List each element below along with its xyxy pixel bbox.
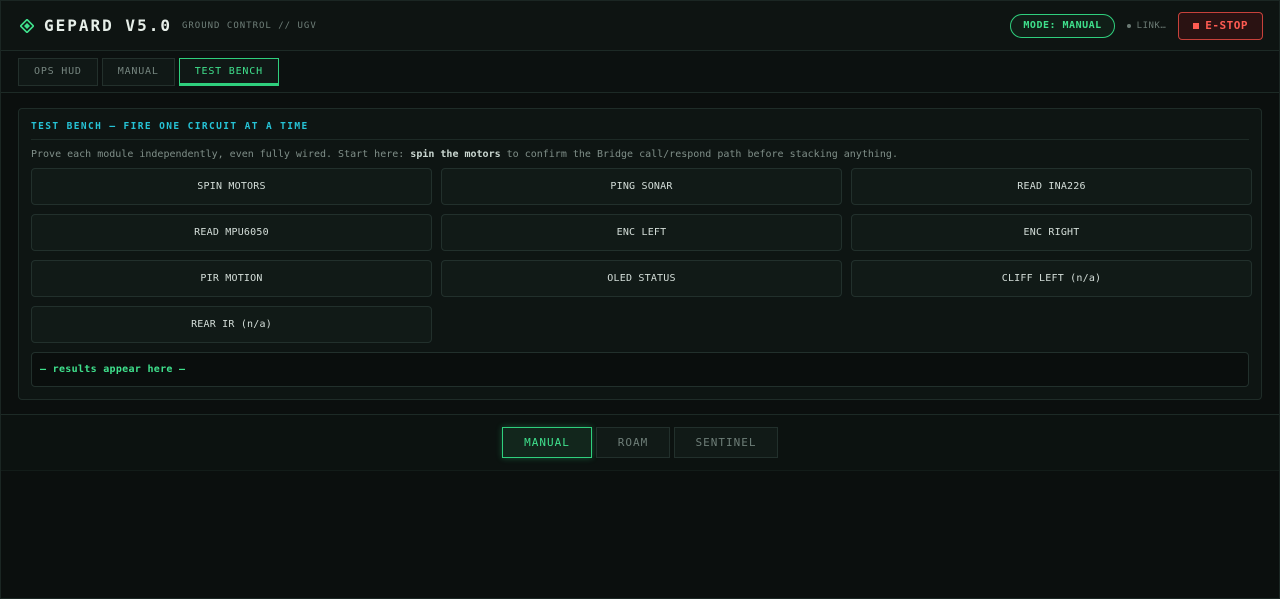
main-content: TEST BENCH — FIRE ONE CIRCUIT AT A TIME … bbox=[1, 93, 1279, 415]
panel-title: TEST BENCH — FIRE ONE CIRCUIT AT A TIME bbox=[31, 121, 1249, 140]
pir-motion-button[interactable]: PIR MOTION bbox=[31, 260, 432, 297]
app-title: GEPARD V5.0 bbox=[44, 16, 172, 35]
results-output: — results appear here — bbox=[31, 352, 1249, 387]
tab-ops-hud[interactable]: OPS HUD bbox=[18, 57, 98, 86]
top-header: GEPARD V5.0 GROUND CONTROL // UGV MODE: … bbox=[1, 1, 1279, 51]
link-status: LINK… bbox=[1126, 20, 1167, 31]
app-subtitle: GROUND CONTROL // UGV bbox=[181, 20, 317, 31]
ping-sonar-button[interactable]: PING SONAR bbox=[441, 168, 842, 205]
test-bench-panel: TEST BENCH — FIRE ONE CIRCUIT AT A TIME … bbox=[18, 108, 1262, 400]
enc-right-button[interactable]: ENC RIGHT bbox=[851, 214, 1252, 251]
rear-ir-button[interactable]: REAR IR (n/a) bbox=[31, 306, 432, 343]
mode-roam-button[interactable]: ROAM bbox=[596, 427, 670, 458]
mode-bar: MANUAL ROAM SENTINEL bbox=[1, 415, 1279, 471]
stop-square-icon bbox=[1193, 22, 1200, 29]
cliff-left-button[interactable]: CLIFF LEFT (n/a) bbox=[851, 260, 1252, 297]
enc-left-button[interactable]: ENC LEFT bbox=[441, 214, 842, 251]
panel-description: Prove each module independently, even fu… bbox=[31, 149, 1249, 160]
spin-motors-button[interactable]: SPIN MOTORS bbox=[31, 168, 432, 205]
status-dot-icon bbox=[1126, 23, 1131, 28]
mode-manual-button[interactable]: MANUAL bbox=[502, 427, 592, 458]
link-status-label: LINK… bbox=[1136, 20, 1167, 31]
description-text: Prove each module independently, even fu… bbox=[31, 149, 411, 160]
read-mpu6050-button[interactable]: READ MPU6050 bbox=[31, 214, 432, 251]
estop-label: E-STOP bbox=[1205, 19, 1248, 32]
tab-manual[interactable]: MANUAL bbox=[101, 57, 175, 86]
estop-button[interactable]: E-STOP bbox=[1178, 11, 1263, 40]
oled-status-button[interactable]: OLED STATUS bbox=[441, 260, 842, 297]
app-window: GEPARD V5.0 GROUND CONTROL // UGV MODE: … bbox=[0, 0, 1280, 599]
description-text-end: to confirm the Bridge call/respond path … bbox=[500, 149, 898, 160]
mode-status-pill: MODE: MANUAL bbox=[1010, 13, 1115, 38]
diamond-logo-icon bbox=[19, 18, 35, 34]
read-ina226-button[interactable]: READ INA226 bbox=[851, 168, 1252, 205]
tab-bar: OPS HUD MANUAL TEST BENCH bbox=[1, 51, 1279, 93]
mode-sentinel-button[interactable]: SENTINEL bbox=[674, 427, 778, 458]
test-button-grid: SPIN MOTORS PING SONAR READ INA226 READ … bbox=[31, 168, 1252, 343]
tab-test-bench[interactable]: TEST BENCH bbox=[178, 57, 279, 86]
description-emphasis: spin the motors bbox=[410, 149, 501, 160]
